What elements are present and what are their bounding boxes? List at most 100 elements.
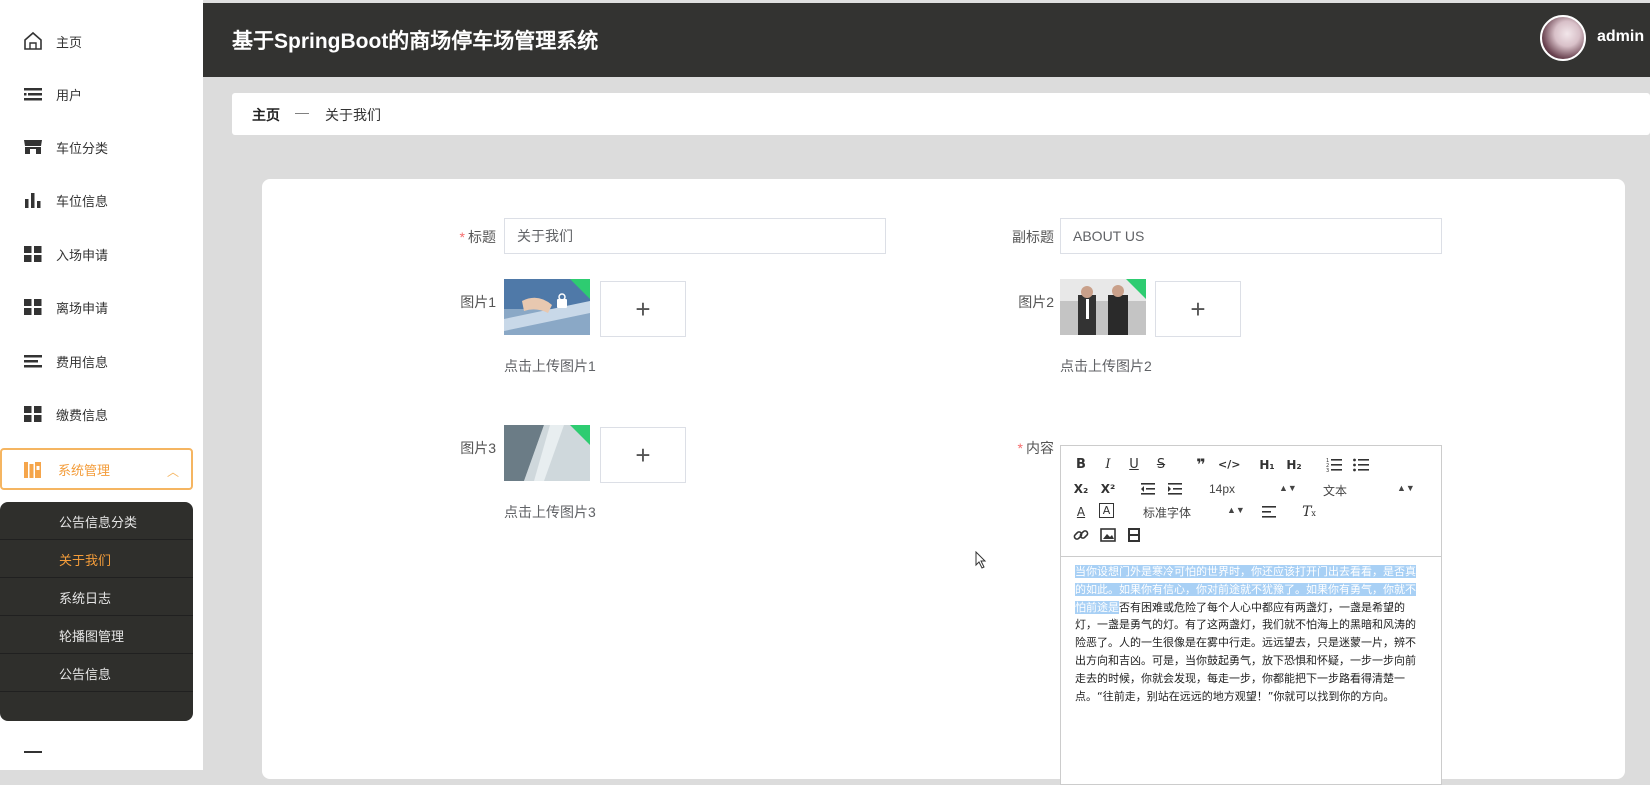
submenu-item-notice[interactable]: 公告信息 [0, 654, 193, 692]
clear-format-icon[interactable]: Tx [1300, 503, 1318, 521]
blockquote-icon[interactable]: ❞ [1192, 456, 1210, 474]
title-input[interactable] [504, 218, 886, 254]
align-icon[interactable] [1260, 503, 1278, 521]
image1-hint: 点击上传图片1 [504, 358, 596, 374]
link-icon[interactable] [1072, 526, 1090, 544]
font-family-value: 标准字体 [1143, 506, 1192, 520]
mouse-cursor-icon [975, 551, 987, 569]
sidebar-item-label: 主页 [56, 34, 83, 50]
grid-icon [24, 246, 42, 262]
code-icon[interactable]: </> [1218, 456, 1240, 474]
h1-icon[interactable]: H₁ [1258, 456, 1276, 474]
content-label: * 内容 [982, 438, 1054, 458]
content-text: 否有困难或危险了每个人心中都应有两盏灯，一盏是希望的灯，一盏是勇气的灯。有了这两… [1075, 600, 1416, 703]
username[interactable]: admin [1597, 28, 1644, 46]
svg-text:3: 3 [1326, 468, 1329, 474]
h2-icon[interactable]: H₂ [1285, 456, 1303, 474]
submenu-item-label: 关于我们 [59, 553, 112, 568]
sidebar-item-label: 车位信息 [56, 193, 109, 209]
sidebar-item-label: 车位分类 [56, 140, 109, 156]
image3-hint: 点击上传图片3 [504, 504, 596, 520]
sidebar-item-fee-info[interactable]: 费用信息 [0, 341, 203, 381]
sidebar-item-system-management[interactable]: 系统管理 ︿ [0, 448, 193, 490]
superscript-icon[interactable]: X² [1099, 480, 1117, 498]
image-icon[interactable] [1099, 526, 1117, 544]
image2-hint: 点击上传图片2 [1060, 358, 1152, 374]
plus-icon: + [1190, 293, 1206, 324]
background-color-icon[interactable]: A [1099, 503, 1114, 518]
font-family-select[interactable]: 标准字体 ▲▼ [1143, 504, 1245, 521]
submenu-item-notice-category[interactable]: 公告信息分类 [0, 502, 193, 540]
strike-icon[interactable]: S [1152, 456, 1170, 474]
plus-icon: + [635, 439, 651, 470]
sidebar-item-parking-category[interactable]: 车位分类 [0, 127, 203, 167]
bar-chart-icon [25, 193, 41, 208]
form-card: *标题 副标题 图片1 + 点击上传图片1 图片2 + 点击上传图片2 图片3 … [262, 179, 1625, 785]
store-icon [24, 140, 42, 154]
submenu-item-label: 轮播图管理 [59, 629, 125, 644]
sidebar-item-label: 缴费信息 [56, 407, 109, 423]
underline-icon[interactable]: U [1125, 456, 1143, 474]
sidebar-item-payment-info[interactable]: 缴费信息 [0, 394, 203, 434]
breadcrumb-separator: — [295, 104, 309, 120]
bold-icon[interactable]: B [1072, 456, 1090, 474]
image1-thumbnail[interactable] [504, 279, 590, 335]
title-label-text: 标题 [468, 229, 496, 245]
sidebar-item-home[interactable]: 主页 [0, 21, 203, 61]
indent-icon[interactable] [1166, 480, 1184, 498]
plus-icon: + [635, 293, 651, 324]
select-arrows-icon: ▲▼ [1279, 483, 1297, 493]
image2-thumbnail[interactable] [1060, 279, 1146, 335]
select-arrows-icon: ▲▼ [1227, 505, 1245, 515]
top-header: 基于SpringBoot的商场停车场管理系统 admin [203, 0, 1650, 77]
rich-text-editor[interactable]: B I U S ❞ </> H₁ H₂ 123 X₂ X² 14px ▲▼ 文本… [1060, 445, 1442, 785]
submenu-item-label: 公告信息分类 [59, 515, 138, 530]
sidebar-item-label: 离场申请 [56, 300, 109, 316]
app-title: 基于SpringBoot的商场停车场管理系统 [232, 30, 599, 53]
ordered-list-icon[interactable]: 123 [1325, 456, 1343, 474]
font-color-icon[interactable]: A [1072, 503, 1090, 521]
list-icon [24, 88, 42, 101]
bullet-list-icon[interactable] [1352, 456, 1370, 474]
grid-icon [24, 406, 42, 422]
submenu-item-carousel[interactable]: 轮播图管理 [0, 616, 193, 654]
submenu-item-label: 公告信息 [59, 667, 112, 682]
font-size-select[interactable]: 14px ▲▼ [1209, 482, 1297, 496]
sidebar-item-exit-request[interactable]: 离场申请 [0, 287, 203, 327]
chevron-up-icon: ︿ [166, 465, 179, 479]
required-mark: * [1017, 440, 1023, 456]
partial-icon [24, 751, 42, 753]
title-label: * 标题 [442, 227, 496, 247]
subtitle-input[interactable] [1060, 218, 1442, 254]
home-icon [24, 31, 42, 50]
sidebar-item-entry-request[interactable]: 入场申请 [0, 234, 203, 274]
image2-upload-button[interactable]: + [1155, 281, 1241, 337]
sidebar-item-users[interactable]: 用户 [0, 74, 203, 114]
font-size-value: 14px [1209, 482, 1236, 496]
submenu-item-about-us[interactable]: 关于我们 [0, 540, 193, 578]
editor-content[interactable]: 当你设想门外是寒冷可怕的世界时，你还应该打开门出去看看，是否真的如此。如果你有信… [1075, 563, 1425, 705]
text-type-select[interactable]: 文本 ▲▼ [1323, 482, 1415, 499]
editor-toolbar: B I U S ❞ </> H₁ H₂ 123 X₂ X² 14px ▲▼ 文本… [1061, 446, 1441, 557]
breadcrumb-home[interactable]: 主页 [252, 105, 280, 125]
submenu-item-system-log[interactable]: 系统日志 [0, 578, 193, 616]
subscript-icon[interactable]: X₂ [1072, 480, 1090, 498]
book-icon [24, 462, 41, 478]
image3-upload-button[interactable]: + [600, 427, 686, 483]
grid-icon [24, 299, 42, 315]
sidebar-item-parking-info[interactable]: 车位信息 [0, 180, 203, 220]
outdent-icon[interactable] [1139, 480, 1157, 498]
video-icon[interactable] [1125, 526, 1143, 544]
avatar[interactable] [1540, 15, 1586, 61]
image1-upload-button[interactable]: + [600, 281, 686, 337]
image1-label: 图片1 [460, 294, 496, 310]
sidebar-item-label: 费用信息 [56, 354, 109, 370]
content-label-text: 内容 [1026, 440, 1054, 456]
image3-label: 图片3 [460, 440, 496, 456]
submenu-system-management: 公告信息分类 关于我们 系统日志 轮播图管理 公告信息 [0, 502, 193, 721]
sidebar-item-label: 入场申请 [56, 247, 109, 263]
list-icon [24, 355, 42, 368]
italic-icon[interactable]: I [1099, 456, 1117, 474]
image3-thumbnail[interactable] [504, 425, 590, 481]
sidebar-item-label: 系统管理 [58, 462, 111, 478]
